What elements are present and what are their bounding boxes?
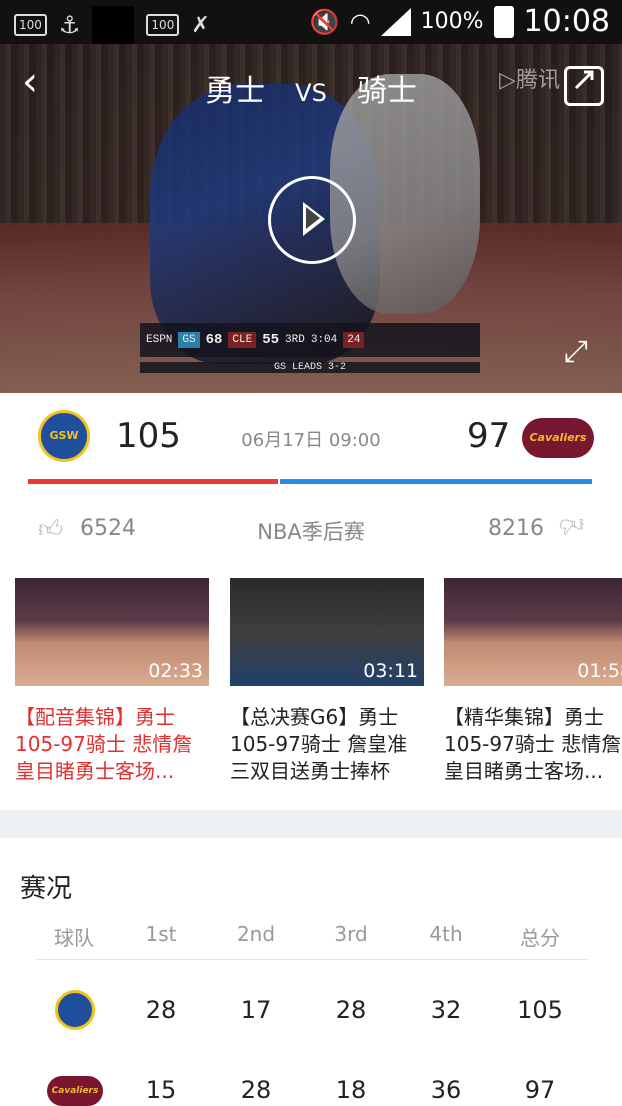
redacted-icon: [92, 6, 135, 44]
scorebug-quarter: 3RD: [285, 334, 305, 346]
share-icon[interactable]: [564, 66, 604, 106]
score-cell: 17: [240, 996, 272, 1024]
scorebug-away-score: 55: [262, 332, 280, 348]
video-duration: 02:33: [148, 660, 203, 682]
section-divider: [0, 810, 622, 838]
score-cell: 36: [430, 1076, 462, 1104]
score-cell: 28: [240, 1076, 272, 1104]
scorebug-away-abbr: CLE: [228, 332, 257, 348]
score-cell: 18: [335, 1076, 367, 1104]
usb-icon: ⚓: [58, 11, 81, 39]
video-title[interactable]: 【配音集锦】勇士105-97骑士 悲情詹皇目睹勇士客场...: [15, 704, 209, 786]
status-left-icons: 100 ⚓ 100 ✗: [14, 6, 210, 44]
status-bar: 100 ⚓ 100 ✗ 🔇 ◠ 100% 10:08: [0, 0, 622, 44]
table-divider: [36, 959, 588, 960]
play-button[interactable]: [268, 176, 356, 264]
video-player[interactable]: ‹ 勇士 VS 骑士 ▷腾讯 ESPN GS 68 CLE 55 3RD 3:04 …: [0, 44, 622, 393]
video-card[interactable]: 03:11 【总决赛G6】勇士105-97骑士 詹皇准三双目送勇士捧杯: [230, 578, 424, 786]
signal-icon: [380, 7, 411, 36]
score-total: 97: [524, 1076, 556, 1104]
home-support-bar: [28, 479, 278, 484]
clock: 10:08: [523, 4, 610, 39]
cavaliers-logo: Cavaliers: [522, 418, 594, 458]
video-card[interactable]: 02:33 【配音集锦】勇士105-97骑士 悲情詹皇目睹勇士客场...: [15, 578, 209, 786]
video-thumbnail[interactable]: 03:11: [230, 578, 424, 686]
header-q2: 2nd: [236, 922, 276, 946]
score-cell: 28: [335, 996, 367, 1024]
video-card[interactable]: 01:58 【精华集锦】勇士105-97骑士 悲情詹皇目睹勇士客场...: [444, 578, 622, 786]
video-thumbnail[interactable]: 01:58: [444, 578, 622, 686]
network-logo: ESPN: [146, 334, 173, 346]
scorebug-home-abbr: GS: [178, 332, 200, 348]
score-cell: 32: [430, 996, 462, 1024]
scorebug-shot-clock: 24: [343, 332, 365, 348]
wifi-icon: ◠: [349, 7, 371, 36]
header-q3: 3rd: [334, 922, 368, 946]
away-likes-count: 8216: [488, 516, 544, 541]
video-title[interactable]: 【总决赛G6】勇士105-97骑士 詹皇准三双目送勇士捧杯: [230, 704, 424, 786]
battery-percent: 100%: [420, 9, 484, 34]
fullscreen-icon[interactable]: ⤢: [564, 334, 604, 374]
video-duration: 03:11: [363, 660, 418, 682]
header-team: 球队: [54, 926, 94, 950]
score-total: 105: [517, 996, 563, 1024]
scorebug-clock: 3:04: [310, 334, 338, 346]
status-right-icons: 🔇 ◠ 100% 10:08: [310, 4, 610, 39]
thumbs-up-away-icon[interactable]: 👍︎: [556, 511, 584, 539]
away-team-name: 骑士: [356, 74, 417, 109]
warriors-logo: [55, 990, 95, 1030]
scorebug-home-score: 68: [205, 332, 223, 348]
video-duration: 01:58: [577, 660, 622, 682]
no-sim-icon: ✗: [191, 12, 210, 38]
broadcast-scorebug: ESPN GS 68 CLE 55 3RD 3:04 24 GS LEADS 3…: [140, 323, 480, 373]
box-score-title: 赛况: [20, 874, 73, 904]
video-thumbnail[interactable]: 02:33: [15, 578, 209, 686]
battery-icon: [493, 5, 514, 38]
header-q4: 4th: [429, 922, 463, 946]
away-score: 97: [467, 416, 511, 456]
score-cell: 15: [145, 1076, 177, 1104]
vs-label: VS: [295, 79, 327, 107]
header-total: 总分: [520, 926, 560, 950]
mute-icon: 🔇: [309, 7, 340, 36]
score-cell: 28: [145, 996, 177, 1024]
scorebug-series: GS LEADS 3-2: [140, 362, 480, 373]
video-title[interactable]: 【精华集锦】勇士105-97骑士 悲情詹皇目睹勇士客场...: [444, 704, 622, 786]
cavaliers-logo: Cavaliers: [47, 1076, 103, 1106]
tencent-video-logo: ▷腾讯: [499, 68, 560, 93]
header-q1: 1st: [145, 922, 177, 946]
notification-100-icon: 100: [14, 14, 47, 36]
battery-notification-icon: 100: [146, 14, 180, 36]
home-team-name: 勇士: [205, 74, 266, 109]
away-support-bar: [280, 479, 592, 484]
